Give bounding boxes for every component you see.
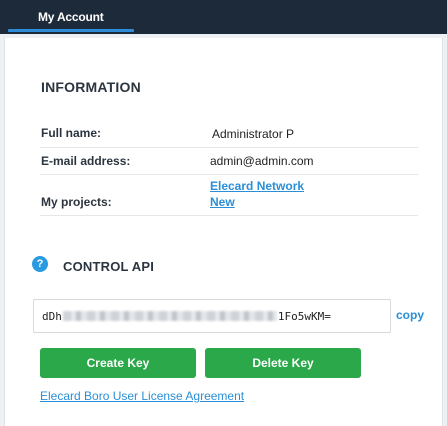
copy-key-link[interactable]: copy (396, 308, 424, 322)
control-api-heading: CONTROL API (63, 259, 155, 274)
create-key-button[interactable]: Create Key (40, 348, 196, 378)
email-label: E-mail address: (41, 154, 131, 168)
api-key-prefix: dDh (42, 309, 62, 323)
license-agreement-link[interactable]: Elecard Boro User License Agreement (40, 389, 244, 403)
top-navigation-bar: My Account (0, 0, 447, 34)
delete-key-button[interactable]: Delete Key (205, 348, 361, 378)
question-circle-icon[interactable]: ? (32, 256, 48, 272)
full-name-value: Administrator P (212, 127, 295, 141)
api-key-redacted (62, 311, 277, 321)
project-link-new[interactable]: New (210, 195, 235, 209)
projects-label: My projects: (41, 195, 112, 209)
full-name-label: Full name: (41, 126, 102, 140)
row-divider (40, 147, 418, 148)
row-divider (40, 215, 418, 216)
project-link-elecard-network[interactable]: Elecard Network (210, 179, 304, 193)
row-divider (40, 174, 418, 175)
api-key-suffix: 1Fo5wKM= (277, 309, 331, 323)
information-heading: INFORMATION (41, 79, 141, 95)
email-value: admin@admin.com (210, 154, 314, 168)
api-key-field[interactable]: dDh 1Fo5wKM= (33, 299, 391, 333)
active-tab-indicator (8, 29, 134, 32)
